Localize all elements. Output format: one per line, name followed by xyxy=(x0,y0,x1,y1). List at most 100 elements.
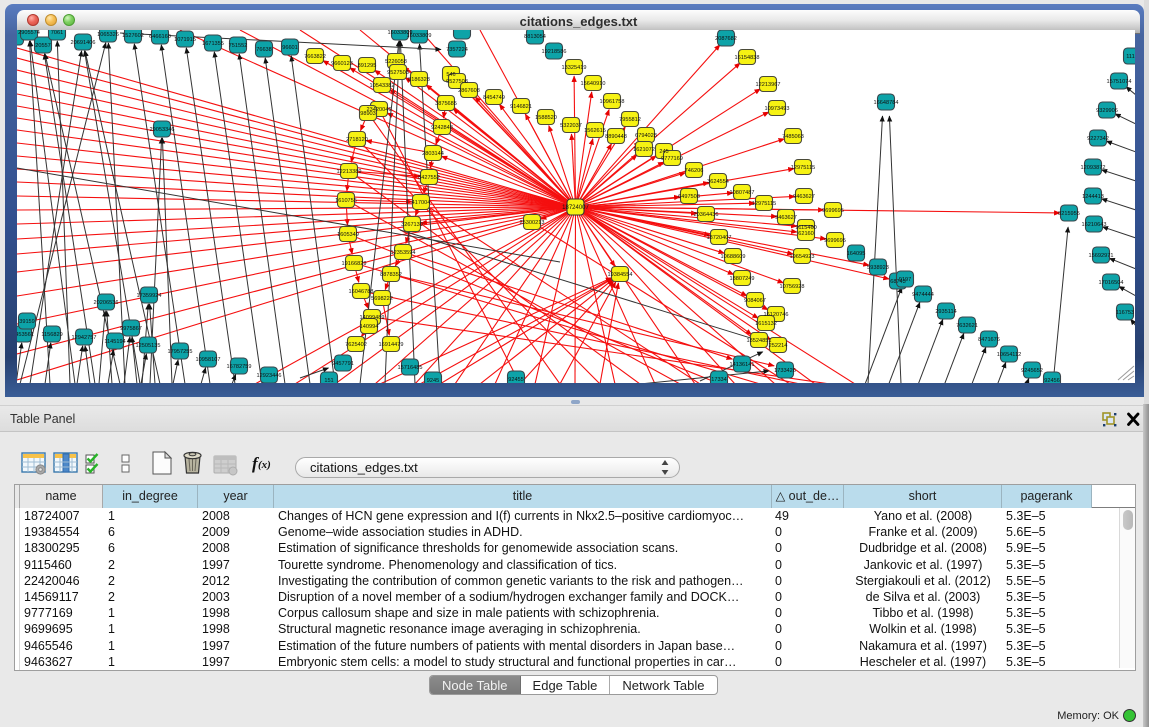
svg-text:18720407: 18720407 xyxy=(707,235,732,241)
svg-text:6794028: 6794028 xyxy=(635,133,657,139)
svg-text:140994: 140994 xyxy=(360,324,379,330)
svg-text:9474444: 9474444 xyxy=(912,292,934,298)
svg-text:1156829: 1156829 xyxy=(41,332,62,338)
svg-text:9197: 9197 xyxy=(899,277,911,283)
svg-text:9527503: 9527503 xyxy=(387,70,409,76)
svg-text:(x): (x) xyxy=(258,459,271,471)
svg-text:7357224: 7357224 xyxy=(446,47,468,53)
svg-text:10654112: 10654112 xyxy=(997,352,1021,358)
svg-text:20206536: 20206536 xyxy=(94,300,119,306)
svg-text:151: 151 xyxy=(324,378,333,383)
svg-text:891295: 891295 xyxy=(358,63,377,69)
svg-text:9146821: 9146821 xyxy=(510,104,532,110)
svg-text:1112: 1112 xyxy=(1126,54,1135,60)
svg-text:17359924: 17359924 xyxy=(137,293,162,299)
svg-text:2935114: 2935114 xyxy=(935,309,956,315)
svg-text:9699695: 9699695 xyxy=(824,238,846,244)
svg-text:2905574: 2905574 xyxy=(18,30,40,36)
svg-text:3875685: 3875685 xyxy=(435,101,457,107)
svg-text:16782759: 16782759 xyxy=(227,364,252,370)
svg-text:10958107: 10958107 xyxy=(196,357,221,363)
svg-text:2718120: 2718120 xyxy=(346,137,368,143)
svg-text:10543382: 10543382 xyxy=(370,83,395,89)
svg-text:9227342: 9227342 xyxy=(1087,136,1109,142)
svg-text:18807249: 18807249 xyxy=(730,276,755,282)
svg-text:10756928: 10756928 xyxy=(780,284,805,290)
svg-text:96601: 96601 xyxy=(282,45,298,51)
svg-text:12975115: 12975115 xyxy=(752,201,776,207)
svg-text:2087682: 2087682 xyxy=(715,36,737,42)
svg-text:252214: 252214 xyxy=(769,343,788,349)
svg-text:7485063: 7485063 xyxy=(782,134,804,140)
svg-text:98903: 98903 xyxy=(360,111,376,117)
svg-text:1244413: 1244413 xyxy=(1082,194,1104,200)
svg-text:8215955: 8215955 xyxy=(1058,211,1080,217)
svg-text:9463627: 9463627 xyxy=(775,215,797,221)
svg-text:13325419: 13325419 xyxy=(562,65,587,71)
svg-text:6497508: 6497508 xyxy=(678,194,700,200)
svg-text:16120746: 16120746 xyxy=(764,312,789,318)
svg-text:1610755: 1610755 xyxy=(335,198,357,204)
svg-text:9245: 9245 xyxy=(427,378,439,383)
svg-text:9457791: 9457791 xyxy=(332,361,354,367)
svg-text:16154838: 16154838 xyxy=(735,55,760,61)
svg-text:5938923: 5938923 xyxy=(867,265,889,271)
svg-text:62160: 62160 xyxy=(798,231,814,237)
svg-text:164095: 164095 xyxy=(847,251,866,257)
svg-text:18724007: 18724007 xyxy=(562,205,589,211)
svg-text:15716485: 15716485 xyxy=(398,365,423,371)
svg-text:3267130: 3267130 xyxy=(401,222,423,228)
svg-text:8878352: 8878352 xyxy=(380,272,402,278)
svg-text:1671355: 1671355 xyxy=(202,41,224,47)
svg-text:16648784: 16648784 xyxy=(874,100,899,106)
svg-text:10688609: 10688609 xyxy=(721,254,746,260)
svg-text:12923446: 12923446 xyxy=(257,373,282,379)
svg-text:15640910: 15640910 xyxy=(581,81,606,87)
svg-text:29053346: 29053346 xyxy=(150,127,175,133)
svg-text:20691406: 20691406 xyxy=(71,40,96,46)
svg-text:8890448: 8890448 xyxy=(605,134,627,140)
svg-text:20557: 20557 xyxy=(35,43,51,49)
svg-text:2803144: 2803144 xyxy=(422,151,444,157)
svg-text:1527602: 1527602 xyxy=(122,33,144,39)
svg-text:546: 546 xyxy=(446,72,455,78)
svg-text:9463627: 9463627 xyxy=(793,194,815,200)
svg-text:12505135: 12505135 xyxy=(136,343,161,349)
svg-text:17334: 17334 xyxy=(711,377,727,383)
svg-text:7061: 7061 xyxy=(51,30,63,36)
svg-text:9242848: 9242848 xyxy=(431,125,453,131)
svg-text:9527508: 9527508 xyxy=(446,79,468,85)
svg-text:8813054: 8813054 xyxy=(524,34,546,40)
svg-text:8427552: 8427552 xyxy=(418,175,440,181)
svg-text:39159: 39159 xyxy=(19,319,35,325)
svg-text:12213967: 12213967 xyxy=(756,82,781,88)
svg-text:25300213: 25300213 xyxy=(520,220,545,226)
svg-text:12975115: 12975115 xyxy=(791,165,815,171)
svg-text:1145194: 1145194 xyxy=(104,339,125,345)
svg-text:5698222: 5698222 xyxy=(371,296,393,302)
svg-text:12353594: 12353594 xyxy=(391,250,416,256)
svg-text:15692971: 15692971 xyxy=(1089,253,1114,259)
svg-text:6466160: 6466160 xyxy=(149,34,171,40)
svg-text:417004: 417004 xyxy=(412,200,431,206)
svg-text:92455: 92455 xyxy=(508,377,524,383)
svg-text:17957255: 17957255 xyxy=(168,349,193,355)
svg-text:8471676: 8471676 xyxy=(978,337,1000,343)
svg-text:9660123: 9660123 xyxy=(331,61,353,67)
svg-text:9975867: 9975867 xyxy=(120,326,142,332)
svg-text:116753: 116753 xyxy=(1116,310,1134,316)
svg-text:19654923: 19654923 xyxy=(790,254,815,260)
svg-text:1453561: 1453561 xyxy=(17,332,34,338)
svg-text:19166829: 19166829 xyxy=(342,261,367,267)
svg-text:7625402: 7625402 xyxy=(345,342,367,348)
svg-text:751552: 751552 xyxy=(229,43,248,49)
svg-text:19384554: 19384554 xyxy=(608,272,633,278)
svg-text:14099489: 14099489 xyxy=(360,315,385,321)
svg-text:14136141: 14136141 xyxy=(730,362,755,368)
svg-text:1065326: 1065326 xyxy=(97,32,119,38)
svg-text:1605349: 1605349 xyxy=(337,232,359,238)
svg-text:12942757: 12942757 xyxy=(72,335,97,341)
svg-text:746206: 746206 xyxy=(685,168,704,174)
svg-text:76638: 76638 xyxy=(256,47,272,53)
svg-text:1621072: 1621072 xyxy=(633,147,655,153)
